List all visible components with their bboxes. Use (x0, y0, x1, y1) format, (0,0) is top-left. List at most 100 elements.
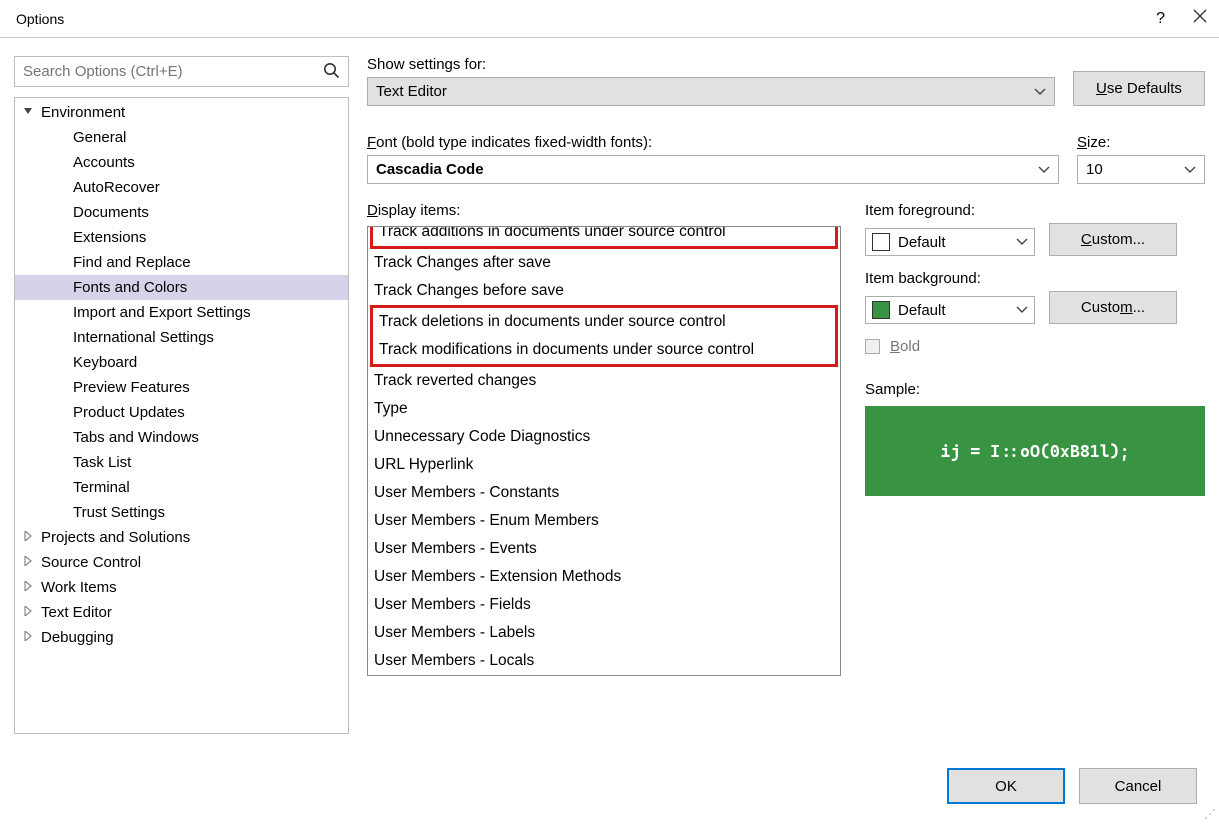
left-panel: Environment General Accounts AutoRecover Doc… (14, 56, 349, 734)
item-background-value: Default (898, 302, 946, 319)
item-foreground-combo[interactable]: Default (865, 228, 1035, 256)
size-value: 10 (1086, 161, 1103, 178)
list-item[interactable]: Track deletions in documents under sourc… (373, 308, 835, 336)
item-foreground-value: Default (898, 234, 946, 251)
use-defaults-button[interactable]: Use Defaults (1073, 71, 1205, 106)
right-panel: Show settings for: Text Editor Use Defau… (367, 56, 1205, 734)
tree-item[interactable]: Trust Settings (15, 500, 348, 525)
tree-item[interactable]: Tabs and Windows (15, 425, 348, 450)
tree-item[interactable]: Keyboard (15, 350, 348, 375)
list-item[interactable]: User Members - Extension Methods (368, 563, 840, 591)
list-item[interactable]: User Members - Locals (368, 647, 840, 675)
caret-right-icon (23, 631, 33, 641)
tree-item-label: AutoRecover (73, 179, 160, 196)
tree-item[interactable]: Environment (15, 100, 348, 125)
bold-label: Bold (890, 338, 920, 355)
tree-item-label: Import and Export Settings (73, 304, 251, 321)
tree-item[interactable]: Import and Export Settings (15, 300, 348, 325)
item-background-label: Item background: (865, 270, 1205, 287)
list-item[interactable]: Track reverted changes (368, 367, 840, 395)
search-icon (323, 62, 340, 82)
title-bar: Options ? (0, 0, 1219, 38)
list-item[interactable]: User Members - Labels (368, 619, 840, 647)
tree-item-label: Work Items (41, 579, 117, 596)
show-settings-combo[interactable]: Text Editor (367, 77, 1055, 106)
chevron-down-icon (1034, 88, 1046, 96)
tree-item-label: Find and Replace (73, 254, 191, 271)
tree-item-label: Environment (41, 104, 125, 121)
list-item[interactable]: Track Changes after save (368, 249, 840, 277)
tree-item[interactable]: Accounts (15, 150, 348, 175)
size-label: Size: (1077, 134, 1205, 151)
close-button[interactable] (1193, 9, 1207, 28)
tree-item-label: International Settings (73, 329, 214, 346)
tree-item[interactable]: Extensions (15, 225, 348, 250)
foreground-swatch (872, 233, 890, 251)
show-settings-value: Text Editor (376, 83, 447, 100)
size-combo[interactable]: 10 (1077, 155, 1205, 184)
window-title: Options (16, 11, 64, 27)
list-item[interactable]: Type (368, 395, 840, 423)
tree-item[interactable]: International Settings (15, 325, 348, 350)
list-item[interactable]: Unnecessary Code Diagnostics (368, 423, 840, 451)
list-item[interactable]: User Members - Events (368, 535, 840, 563)
tree-item-label: General (73, 129, 126, 146)
search-box[interactable] (14, 56, 349, 87)
font-combo[interactable]: Cascadia Code (367, 155, 1059, 184)
list-item[interactable]: URL Hyperlink (368, 451, 840, 479)
display-items-listbox[interactable]: Tracepoint (Error)Tracepoint (Warning)Tr… (367, 226, 841, 676)
window-controls: ? (1156, 9, 1207, 28)
sample-label: Sample: (865, 381, 1205, 398)
bold-checkbox[interactable] (865, 339, 880, 354)
tree-item[interactable]: Text Editor (15, 600, 348, 625)
ok-button[interactable]: OK (947, 768, 1065, 804)
options-tree[interactable]: Environment General Accounts AutoRecover Doc… (14, 97, 349, 734)
caret-right-icon (23, 581, 33, 591)
resize-grip[interactable]: ⋰ (1204, 807, 1216, 821)
search-input[interactable] (15, 57, 348, 86)
foreground-custom-button[interactable]: Custom... (1049, 223, 1177, 256)
tree-item[interactable]: Debugging (15, 625, 348, 650)
tree-item[interactable]: Source Control (15, 550, 348, 575)
show-settings-label: Show settings for: (367, 56, 1055, 73)
tree-item[interactable]: General (15, 125, 348, 150)
tree-item[interactable]: Fonts and Colors (15, 275, 348, 300)
background-custom-button[interactable]: Custom... (1049, 291, 1177, 324)
tree-item[interactable]: AutoRecover (15, 175, 348, 200)
caret-right-icon (23, 606, 33, 616)
tree-item[interactable]: Work Items (15, 575, 348, 600)
chevron-down-icon (1016, 238, 1028, 246)
tree-item-label: Preview Features (73, 379, 190, 396)
background-swatch (872, 301, 890, 319)
tree-item[interactable]: Preview Features (15, 375, 348, 400)
tree-item[interactable]: Task List (15, 450, 348, 475)
tree-item[interactable]: Terminal (15, 475, 348, 500)
tree-item[interactable]: Projects and Solutions (15, 525, 348, 550)
tree-item-label: Text Editor (41, 604, 112, 621)
list-item[interactable]: Track modifications in documents under s… (373, 336, 835, 364)
item-foreground-label: Item foreground: (865, 202, 1205, 219)
tree-item-label: Projects and Solutions (41, 529, 190, 546)
tree-item[interactable]: Documents (15, 200, 348, 225)
highlight-group: Track additions in documents under sourc… (370, 226, 838, 249)
font-label: Font (bold type indicates fixed-width fo… (367, 134, 1059, 151)
list-item[interactable]: User Members - Enum Members (368, 507, 840, 535)
list-item[interactable]: User Members - Fields (368, 591, 840, 619)
tree-item[interactable]: Find and Replace (15, 250, 348, 275)
list-item[interactable]: Track additions in documents under sourc… (373, 226, 835, 246)
tree-item[interactable]: Product Updates (15, 400, 348, 425)
dialog-footer: OK Cancel (0, 748, 1219, 824)
tree-item-label: Tabs and Windows (73, 429, 199, 446)
item-background-combo[interactable]: Default (865, 296, 1035, 324)
tree-item-label: Fonts and Colors (73, 279, 187, 296)
tree-item-label: Documents (73, 204, 149, 221)
chevron-down-icon (1038, 166, 1050, 174)
help-button[interactable]: ? (1156, 10, 1165, 28)
tree-item-label: Debugging (41, 629, 114, 646)
tree-item-label: Accounts (73, 154, 135, 171)
cancel-button[interactable]: Cancel (1079, 768, 1197, 804)
list-item[interactable]: User Members - Constants (368, 479, 840, 507)
list-item[interactable]: Track Changes before save (368, 277, 840, 305)
tree-item-label: Product Updates (73, 404, 185, 421)
highlight-group: Track deletions in documents under sourc… (370, 305, 838, 367)
